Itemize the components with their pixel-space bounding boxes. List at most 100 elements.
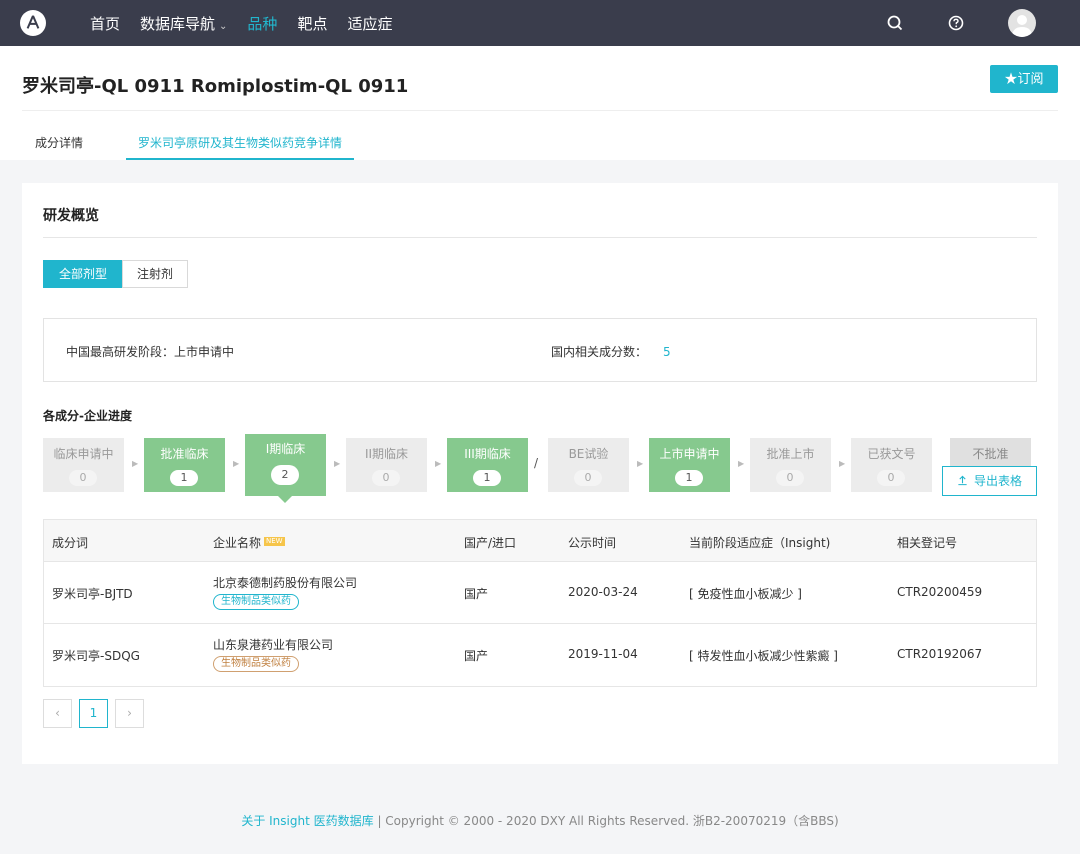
chevron-right-icon: ▶ [435,459,442,468]
summary-box: 中国最高研发阶段：上市申请中 国内相关成分数： 5 [43,318,1037,382]
stage-label: BE试验 [568,447,609,461]
progress-table: 成分词 企业名称 NEW 国产/进口 公示时间 当前阶段适应症（Insight) … [43,519,1037,687]
new-badge: NEW [264,537,285,546]
pager-prev-button[interactable]: ‹ [43,699,72,728]
related-count: 国内相关成分数： 5 [551,343,671,360]
stage-be-trial[interactable]: BE试验 0 [548,438,629,492]
stage-label: I期临床 [265,442,306,456]
nav-item-indication[interactable]: 适应症 [347,13,392,34]
indication-link[interactable]: [ 特发性血小板减少性紫癜 ] [689,647,838,664]
related-count-label: 国内相关成分数： [551,345,648,359]
stage-marketing-application[interactable]: 上市申请中 1 [649,438,730,492]
divider [43,237,1037,238]
column-header: 成分词 [52,536,89,550]
stage-clinical-approved[interactable]: 批准临床 1 [144,438,225,492]
column-header: 相关登记号 [897,536,958,550]
date-cell: 2019-11-04 [568,647,638,661]
stage-count: 0 [776,470,804,486]
stage-label: III期临床 [464,447,511,461]
chevron-right-icon: ▶ [738,459,745,468]
tab-ingredient-details[interactable]: 成分详情 [35,136,83,162]
nav-item-drug[interactable]: 品种 [247,13,277,34]
stage-count: 1 [170,470,198,486]
pager-next-button[interactable]: › [115,699,144,728]
registration-link[interactable]: CTR20200459 [897,585,982,599]
stage-separator: / [534,456,539,470]
stage-count: 0 [574,470,602,486]
nav-item-label: 数据库导航 [140,14,216,33]
nav-item-database-nav[interactable]: 数据库导航 ⌄ [140,13,227,34]
search-icon[interactable] [885,13,905,33]
highest-stage-text: 中国最高研发阶段：上市申请中 [66,345,235,359]
origin-cell: 国产 [464,649,489,663]
export-label: 导出表格 [973,474,1022,488]
date-cell: 2020-03-24 [568,585,638,599]
nav-menu: 首页 数据库导航 ⌄ 品种 靶点 适应症 [90,0,412,46]
company-link[interactable]: 山东泉港药业有限公司 [213,636,333,653]
stage-phase-2[interactable]: II期临床 0 [346,438,427,492]
stage-approved-market[interactable]: 批准上市 0 [750,438,831,492]
upload-icon [958,475,967,486]
indication-link[interactable]: [ 免疫性血小板减少 ] [689,585,802,602]
ingredient-link[interactable]: 罗米司亭-SDQG [52,647,140,664]
filter-injection[interactable]: 注射剂 [122,260,188,288]
column-header-company: 企业名称 NEW [213,534,285,551]
stage-count: 1 [675,470,703,486]
footer: 关于 Insight 医药数据库 | Copyright © 2000 - 20… [0,812,1080,829]
table-header: 成分词 企业名称 NEW 国产/进口 公示时间 当前阶段适应症（Insight) … [44,520,1036,562]
chevron-down-icon: ⌄ [219,20,228,32]
category-tag: 生物制品类似药 [213,594,299,610]
stage-label: 临床申请中 [53,447,114,461]
stage-count: 0 [372,470,400,486]
stage-label: II期临床 [364,447,409,461]
stage-clinical-application[interactable]: 临床申请中 0 [43,438,124,492]
ingredient-link[interactable]: 罗米司亭-BJTD [52,585,133,602]
stage-count: 2 [271,465,299,485]
chevron-right-icon: ▶ [334,459,341,468]
filter-all-dosage-forms[interactable]: 全部剂型 [43,260,123,288]
column-header: 国产/进口 [464,536,517,550]
help-icon[interactable] [946,13,966,33]
column-header: 当前阶段适应症（Insight) [689,536,831,550]
related-count-value[interactable]: 5 [663,345,671,359]
stage-count: 1 [473,470,501,486]
category-tag: 生物制品类似药 [213,656,299,672]
stage-label: 不批准 [972,447,1009,461]
stage-count: 0 [69,470,97,486]
registration-link[interactable]: CTR20192067 [897,647,982,661]
stage-label: 已获文号 [867,447,916,461]
export-table-button[interactable]: 导出表格 [942,466,1037,496]
stage-label: 批准上市 [766,447,815,461]
nav-item-home[interactable]: 首页 [90,13,120,34]
page-header: 罗米司亭-QL 0911 Romiplostim-QL 0911 ★订阅 成分详… [0,46,1080,160]
subscribe-button[interactable]: ★订阅 [990,65,1058,93]
table-row: 罗米司亭-BJTD 北京泰德制药股份有限公司 生物制品类似药 国产 2020-0… [44,562,1036,624]
stage-label: 批准临床 [160,447,209,461]
divider [22,110,1058,111]
origin-cell: 国产 [464,587,489,601]
stage-phase-1[interactable]: I期临床 2 [245,434,326,503]
company-link[interactable]: 北京泰德制药股份有限公司 [213,574,357,591]
column-header: 公示时间 [568,536,617,550]
tab-competition-details[interactable]: 罗米司亭原研及其生物类似药竞争详情 [126,126,354,160]
progress-title: 各成分-企业进度 [43,409,132,423]
stage-approval-number[interactable]: 已获文号 0 [851,438,932,492]
logo-icon[interactable] [20,10,46,36]
nav-item-target[interactable]: 靶点 [297,13,327,34]
copyright-text: | Copyright © 2000 - 2020 DXY All Rights… [377,814,839,828]
user-avatar-icon[interactable] [1008,9,1036,37]
chevron-right-icon: ▶ [132,459,139,468]
chevron-right-icon: ▶ [839,459,846,468]
column-header: 企业名称 [213,536,262,550]
top-nav-bar: 首页 数据库导航 ⌄ 品种 靶点 适应症 [0,0,1080,46]
chevron-right-icon: ▶ [233,459,240,468]
pager-page-1[interactable]: 1 [79,699,108,728]
about-link[interactable]: 关于 Insight 医药数据库 [241,814,373,828]
chevron-right-icon: ▶ [637,459,644,468]
stage-label: 上市申请中 [659,447,720,461]
table-row: 罗米司亭-SDQG 山东泉港药业有限公司 生物制品类似药 国产 2019-11-… [44,624,1036,686]
rd-overview-card: 研发概览 全部剂型 注射剂 中国最高研发阶段：上市申请中 国内相关成分数： 5 各… [22,183,1058,764]
stage-phase-3[interactable]: III期临床 1 [447,438,528,492]
page-title: 罗米司亭-QL 0911 Romiplostim-QL 0911 [22,76,409,97]
section-title: 研发概览 [43,208,99,224]
